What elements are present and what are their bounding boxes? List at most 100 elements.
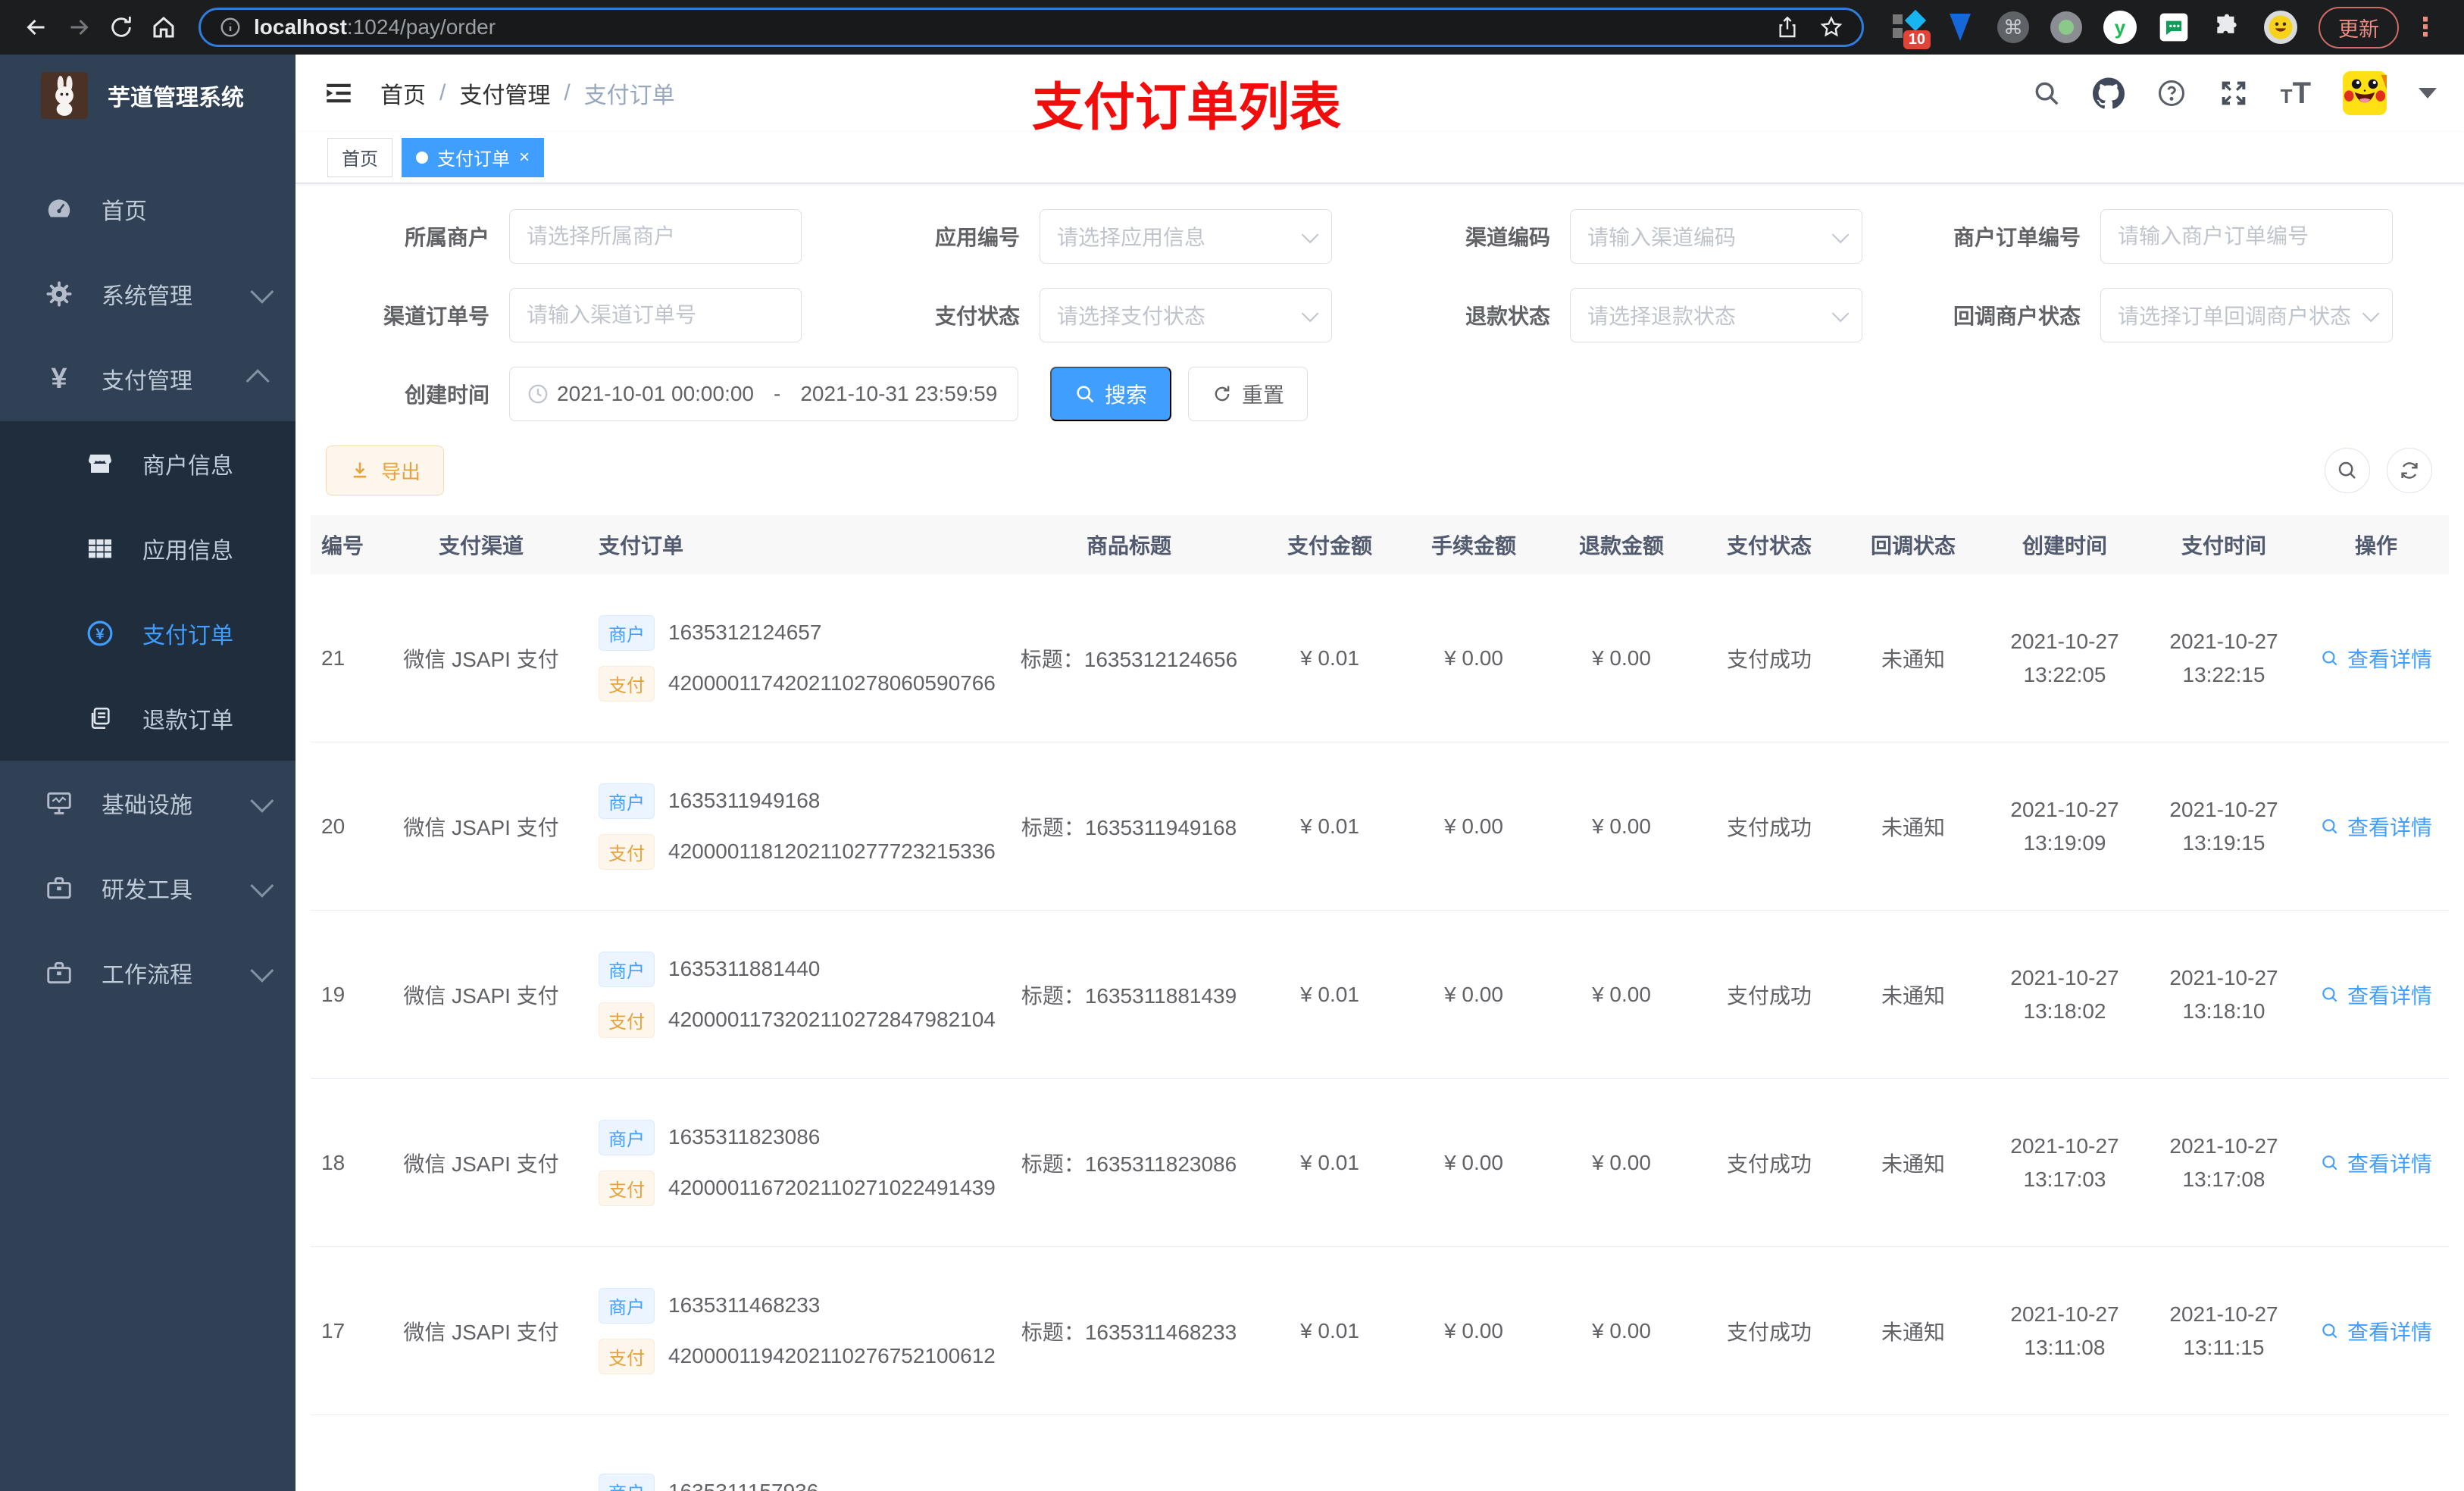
channel-order-no: 4200001181202110277723215336 xyxy=(668,839,996,863)
puzzle-extensions-icon[interactable] xyxy=(2211,11,2243,43)
pay-amount: ¥ 0.01 xyxy=(1300,645,1359,670)
breadcrumb-pay-order: 支付订单 xyxy=(583,83,675,108)
extension-icon[interactable]: y xyxy=(2103,11,2137,44)
sidebar-item-pay-order[interactable]: ¥ 支付订单 xyxy=(0,591,295,676)
view-detail-link[interactable]: 查看详情 xyxy=(2320,811,2432,842)
sidebar-item-merchant-info[interactable]: 商户信息 xyxy=(0,421,295,506)
site-info-icon[interactable] xyxy=(219,16,242,39)
refresh-icon xyxy=(1215,386,1230,402)
app-select[interactable]: 请选择应用信息 xyxy=(1040,209,1332,264)
sidebar-item-dev-tools[interactable]: 研发工具 xyxy=(0,846,295,930)
search-icon xyxy=(2322,650,2337,665)
view-detail-link[interactable]: 查看详情 xyxy=(2320,980,2432,1010)
sidebar-item-workflow[interactable]: 工作流程 xyxy=(0,930,295,1015)
notify-status-select[interactable]: 请选择订单回调商户状态 xyxy=(2100,288,2393,342)
chrome-update-button[interactable]: 更新 xyxy=(2319,6,2399,48)
table-row: 17 微信 JSAPI 支付 商户 1635311468233 支付 4200001… xyxy=(311,1247,2449,1415)
avatar[interactable] xyxy=(2343,71,2387,115)
merchant-tag: 商户 xyxy=(599,614,655,651)
yen-icon: ¥ xyxy=(51,362,67,395)
tag-home[interactable]: 首页 xyxy=(327,137,392,177)
close-icon[interactable]: × xyxy=(519,147,530,168)
home-icon[interactable] xyxy=(145,9,182,45)
search-icon xyxy=(1077,386,1094,403)
reload-icon[interactable] xyxy=(103,9,139,45)
app-logo-row[interactable]: 芋道管理系统 xyxy=(0,55,295,136)
address-bar[interactable]: localhost:1024/pay/order xyxy=(199,8,1864,47)
breadcrumb: 首页 / 支付管理 / 支付订单 xyxy=(380,77,675,110)
filter-label: 渠道编码 xyxy=(1465,226,1550,249)
clock-icon xyxy=(528,384,548,404)
refund-amount: ¥ 0.00 xyxy=(1592,645,1651,670)
breadcrumb-home[interactable]: 首页 xyxy=(380,77,426,110)
extension-icon[interactable] xyxy=(2050,11,2082,43)
channel-order-no-input[interactable] xyxy=(509,288,802,342)
create-time-range-picker[interactable]: 2021-10-01 00:00:00 - 2021-10-31 23:59:5… xyxy=(509,367,1018,421)
search-button[interactable]: 搜索 xyxy=(1050,367,1172,421)
order-id: 19 xyxy=(321,982,346,1006)
gear-icon xyxy=(44,279,74,309)
product-title: 标题：1635311949168 xyxy=(1021,815,1237,839)
github-icon[interactable] xyxy=(2092,77,2125,109)
bookmark-star-icon[interactable] xyxy=(1819,15,1843,39)
refund-status-select[interactable]: 请选择退款状态 xyxy=(1570,288,1862,342)
sidebar-item-payment[interactable]: ¥ 支付管理 xyxy=(0,336,295,421)
tag-pay-order[interactable]: 支付订单 × xyxy=(402,137,545,177)
view-detail-link[interactable]: 查看详情 xyxy=(2320,1148,2432,1178)
pay-status: 支付成功 xyxy=(1726,647,1812,671)
view-detail-link[interactable]: 查看详情 xyxy=(2320,1316,2432,1346)
monitor-icon xyxy=(44,788,74,818)
view-detail-link[interactable]: 查看详情 xyxy=(2320,643,2432,674)
paid-time: 2021-10-27 13:17:08 xyxy=(2169,1134,2278,1191)
channel-code-select[interactable]: 请输入渠道编码 xyxy=(1570,209,1862,264)
chrome-menu-icon[interactable]: ⋮ xyxy=(2405,12,2446,42)
pay-tag: 支付 xyxy=(599,1002,655,1038)
fullscreen-icon[interactable] xyxy=(2219,78,2249,108)
pay-amount: ¥ 0.01 xyxy=(1300,814,1359,838)
reset-button[interactable]: 重置 xyxy=(1188,367,1309,421)
extension-icon[interactable] xyxy=(2158,11,2190,43)
extension-icon[interactable]: ⌘ xyxy=(1997,11,2029,43)
pay-amount: ¥ 0.01 xyxy=(1300,982,1359,1006)
svg-text:¥: ¥ xyxy=(95,625,105,642)
chevron-down-icon xyxy=(250,874,274,898)
table-refresh-button[interactable] xyxy=(2387,448,2432,493)
created-time: 2021-10-27 13:17:03 xyxy=(2010,1134,2119,1191)
chevron-down-icon xyxy=(1831,305,1850,323)
help-icon[interactable] xyxy=(2156,78,2187,108)
url-text: localhost:1024/pay/order xyxy=(254,15,496,39)
merchant-order-no: 1635311823086 xyxy=(668,1125,821,1149)
paid-time: 2021-10-27 13:11:15 xyxy=(2169,1302,2278,1359)
active-tag-dot xyxy=(416,151,428,164)
fee-amount: ¥ 0.00 xyxy=(1444,1150,1503,1174)
sidebar-item-infrastructure[interactable]: 基础设施 xyxy=(0,761,295,846)
share-icon[interactable] xyxy=(1775,15,1800,39)
notify-status: 未通知 xyxy=(1881,1320,1945,1344)
search-icon[interactable] xyxy=(2032,79,2061,108)
pay-status: 支付成功 xyxy=(1726,983,1812,1008)
profile-avatar-icon[interactable] xyxy=(2264,11,2297,44)
sidebar-item-app-info[interactable]: 应用信息 xyxy=(0,506,295,591)
pay-order-cell: 商户 1635311468233 支付 4200001194202110276752… xyxy=(576,1287,1000,1374)
back-icon[interactable] xyxy=(18,9,55,45)
merchant-input[interactable] xyxy=(509,209,802,264)
extension-icon[interactable] xyxy=(1944,11,1976,43)
avatar-caret-icon[interactable] xyxy=(2419,88,2437,98)
merchant-order-no-input[interactable] xyxy=(2100,209,2393,264)
shop-icon xyxy=(85,449,115,479)
font-size-icon[interactable]: TT xyxy=(2281,77,2311,111)
refund-amount: ¥ 0.00 xyxy=(1592,814,1651,838)
payment-submenu: 商户信息 应用信息 ¥ 支付订单 退款订单 xyxy=(0,421,295,761)
breadcrumb-payment[interactable]: 支付管理 xyxy=(459,77,550,110)
extension-icon[interactable]: 10 xyxy=(1891,9,1931,49)
sidebar-item-system[interactable]: 系统管理 xyxy=(0,252,295,336)
table-search-toggle-button[interactable] xyxy=(2325,448,2370,493)
sidebar-collapse-icon[interactable] xyxy=(323,77,355,109)
pay-status-select[interactable]: 请选择支付状态 xyxy=(1040,288,1332,342)
yen-circle-icon: ¥ xyxy=(85,618,115,649)
sidebar-item-refund-order[interactable]: 退款订单 xyxy=(0,676,295,761)
merchant-tag: 商户 xyxy=(599,1474,655,1491)
export-button[interactable]: 导出 xyxy=(326,445,445,495)
sidebar-item-home[interactable]: 首页 xyxy=(0,167,295,252)
forward-icon[interactable] xyxy=(61,9,97,45)
